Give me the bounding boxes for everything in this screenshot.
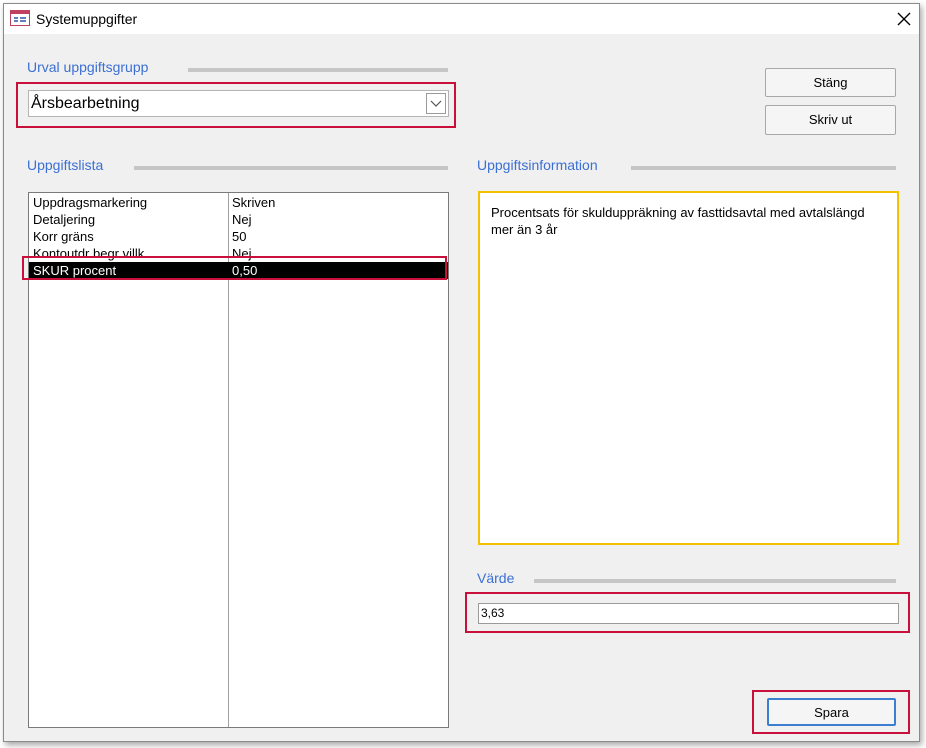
list-item-value: Nej: [232, 212, 252, 227]
title-bar: Systemuppgifter: [4, 4, 919, 34]
close-button-label: Stäng: [813, 75, 848, 90]
list-item-value: Skriven: [232, 195, 276, 210]
save-button[interactable]: Spara: [767, 698, 896, 726]
info-section-rule: [631, 166, 896, 170]
close-icon[interactable]: [893, 8, 915, 30]
group-select-value: Årsbearbetning: [31, 95, 140, 112]
list-section-rule: [134, 166, 448, 170]
window-title: Systemuppgifter: [36, 11, 138, 27]
chevron-down-icon[interactable]: [426, 93, 446, 114]
value-field[interactable]: 3,63: [478, 603, 899, 624]
list-item-name: Uppdragsmarkering: [33, 195, 148, 210]
info-text: Procentsats för skulduppräkning av fastt…: [491, 205, 865, 237]
list-item-name: Detaljering: [33, 212, 96, 227]
list-item-name: Korr gräns: [33, 229, 94, 244]
list-section-label: Uppgiftslista: [27, 157, 104, 173]
value-field-text: 3,63: [481, 606, 505, 620]
close-button[interactable]: Stäng: [765, 68, 896, 97]
value-section-rule: [534, 579, 896, 583]
selected-row-highlight-frame: [22, 256, 447, 280]
print-button[interactable]: Skriv ut: [765, 105, 896, 135]
save-button-label: Spara: [814, 705, 849, 720]
value-section-label: Värde: [477, 570, 515, 586]
list-item[interactable]: Korr gräns 50: [29, 228, 448, 245]
list-item-value: 50: [232, 229, 247, 244]
print-button-label: Skriv ut: [808, 112, 853, 127]
info-panel: Procentsats för skulduppräkning av fastt…: [478, 191, 899, 545]
list-item[interactable]: Detaljering Nej: [29, 211, 448, 228]
systemuppgifter-window: Systemuppgifter Urval uppgiftsgrupp Årsb…: [3, 3, 920, 742]
group-section-label: Urval uppgiftsgrupp: [27, 59, 149, 75]
info-section-label: Uppgiftsinformation: [477, 157, 598, 173]
group-section-rule: [188, 68, 448, 72]
group-select[interactable]: Årsbearbetning: [28, 90, 449, 117]
list-item[interactable]: Uppdragsmarkering Skriven: [29, 194, 448, 211]
form-icon: [10, 10, 30, 26]
